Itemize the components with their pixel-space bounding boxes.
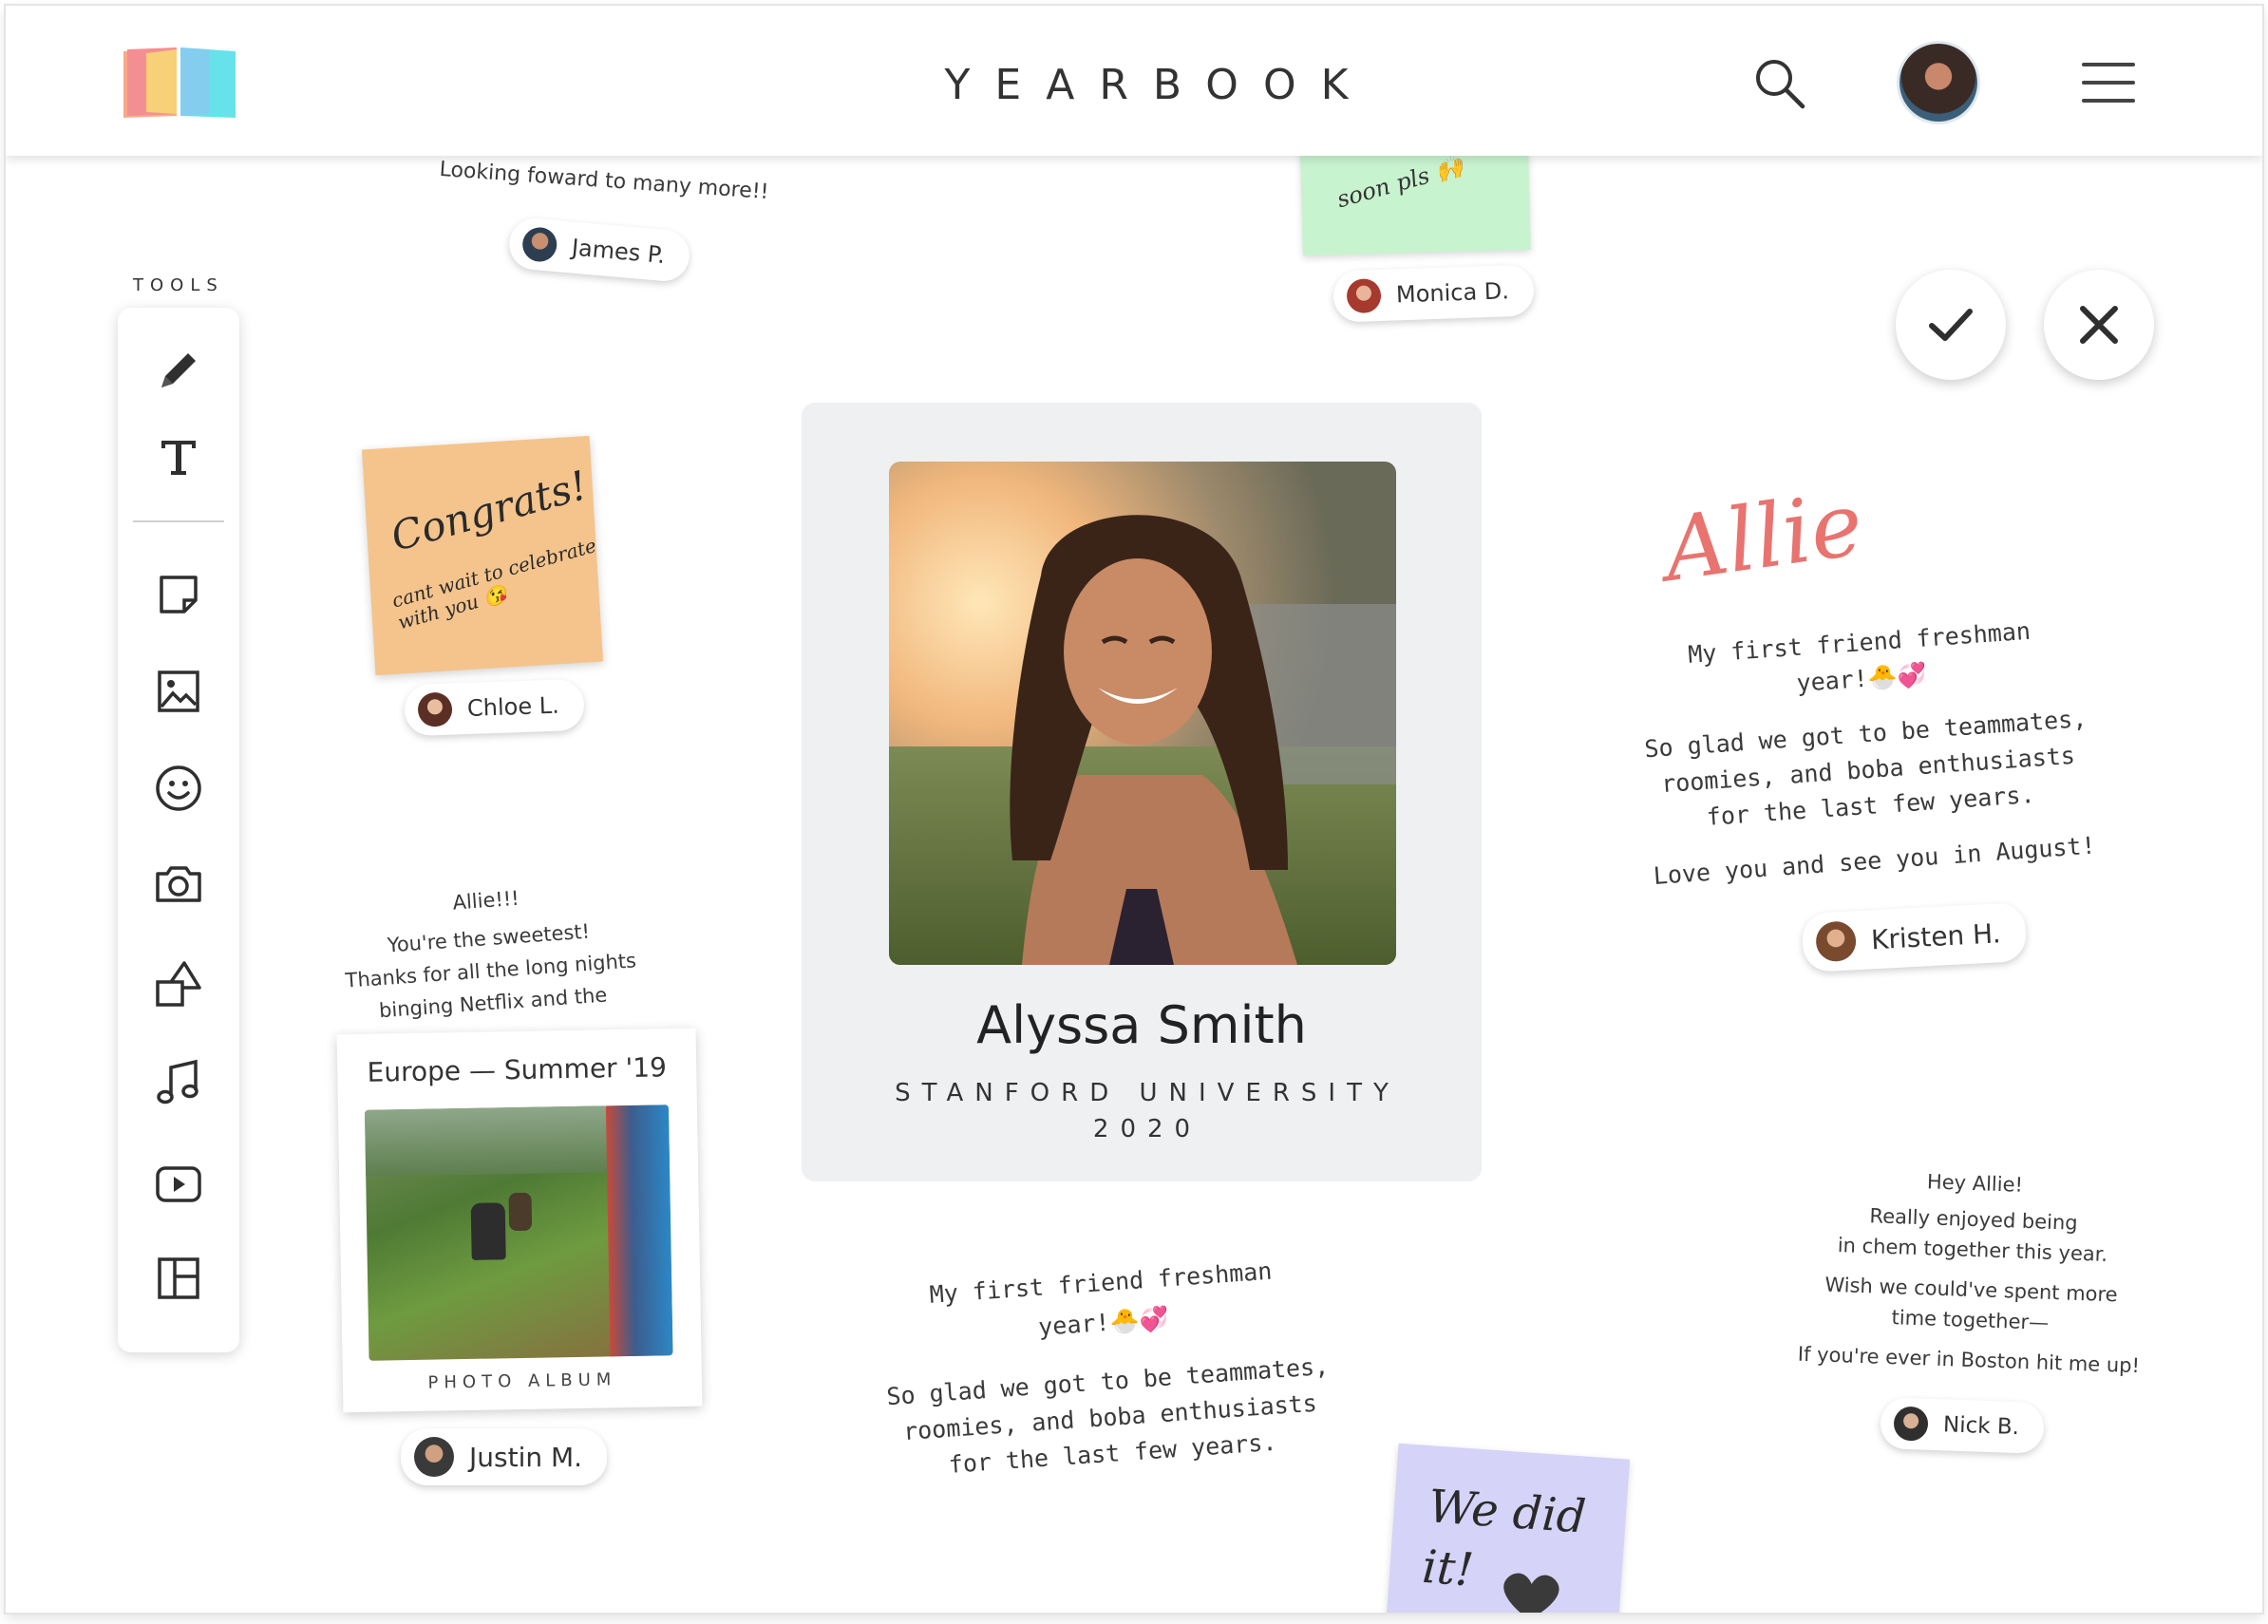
video-icon[interactable] — [148, 1153, 209, 1214]
author-name: James P. — [570, 234, 667, 269]
note-line: time together— — [1891, 1306, 2050, 1334]
text-icon[interactable] — [148, 425, 209, 486]
avatar — [1893, 1406, 1929, 1442]
author-name: Justin M. — [469, 1441, 583, 1473]
sticky-note-purple[interactable]: We did it! — [1382, 1443, 1631, 1613]
tools-label: TOOLS — [133, 275, 224, 295]
avatar — [414, 1437, 454, 1477]
heart-icon — [1503, 1573, 1559, 1613]
note-line: Really enjoyed being — [1869, 1204, 2079, 1235]
author-name: Nick B. — [1942, 1412, 2020, 1441]
profile-photo — [889, 462, 1396, 965]
note-line: Love you and see you in August! — [1652, 831, 2097, 890]
profile-name: Alyssa Smith — [976, 995, 1307, 1055]
author-chip-kristen[interactable]: Kristen H. — [1801, 901, 2028, 973]
profile-card[interactable]: Alyssa Smith STANFORD UNIVERSITY 2020 — [802, 403, 1482, 1181]
note-line: Hey Allie! — [1926, 1170, 2024, 1197]
author-name: Chloe L. — [466, 691, 560, 722]
author-chip-monica[interactable]: Monica D. — [1332, 264, 1535, 323]
avatar — [520, 225, 558, 263]
top-bar: YEARBOOK — [6, 6, 2262, 156]
sticky-note-text: it! — [1420, 1539, 1476, 1597]
hamburger-menu-icon[interactable] — [2082, 61, 2139, 104]
profile-school: STANFORD UNIVERSITY — [895, 1079, 1400, 1107]
author-chip-nick[interactable]: Nick B. — [1880, 1397, 2045, 1454]
avatar — [1815, 920, 1858, 963]
pencil-icon[interactable] — [148, 340, 209, 401]
sticky-note-text: We did — [1427, 1480, 1588, 1544]
signature-allie: Allie — [1657, 472, 1869, 602]
note-nick[interactable]: Hey Allie! Really enjoyed being in chem … — [1787, 1165, 2155, 1387]
author-name: Kristen H. — [1870, 916, 2002, 955]
sticky-note-icon[interactable] — [148, 564, 209, 625]
author-name: Monica D. — [1395, 277, 1510, 309]
camera-icon[interactable] — [148, 853, 209, 914]
music-icon[interactable] — [148, 1052, 209, 1113]
avatar — [417, 691, 453, 727]
close-icon — [2080, 306, 2118, 344]
layout-icon[interactable] — [148, 1248, 209, 1309]
profile-year: 2020 — [1092, 1115, 1202, 1143]
note-allie-left[interactable]: Allie!!! You're the sweetest! Thanks for… — [314, 878, 666, 1044]
emoji-icon[interactable] — [148, 758, 209, 819]
photo-album-card[interactable]: Europe — Summer '19 PHOTO ALBUM — [336, 1028, 703, 1413]
album-photo — [364, 1105, 673, 1361]
author-chip-justin[interactable]: Justin M. — [401, 1428, 608, 1485]
note-line: If you're ever in Boston hit me up! — [1797, 1342, 2141, 1378]
cancel-button[interactable] — [2044, 270, 2154, 380]
note-line: in chem together this year. — [1837, 1234, 2108, 1266]
search-icon[interactable] — [1751, 55, 1808, 112]
note-kristen[interactable]: My first friend freshman year!🐣💞 So glad… — [1593, 611, 2141, 903]
note-center-bottom[interactable]: My first friend freshman year!🐣💞 So glad… — [835, 1251, 1381, 1506]
yearbook-page: YEARBOOK TOOLS Looking foward to many mo… — [6, 6, 2262, 1613]
image-icon[interactable] — [148, 661, 209, 722]
check-icon — [1929, 309, 1973, 341]
note-line: Wish we could've spent more — [1824, 1273, 2118, 1307]
avatar — [1346, 277, 1382, 314]
note-line: Allie!!! — [451, 886, 520, 915]
confirm-button[interactable] — [1896, 270, 2006, 380]
tools-panel — [118, 308, 239, 1352]
user-avatar[interactable] — [1899, 44, 1977, 122]
sticky-note-chloe[interactable]: Congrats! cant wait to celebrate with yo… — [361, 435, 604, 676]
author-chip-chloe[interactable]: Chloe L. — [404, 678, 585, 737]
sticky-note-text: soon pls 🙌 — [1333, 152, 1467, 214]
author-chip-james[interactable]: James P. — [507, 216, 692, 284]
album-title: Europe — Summer '19 — [367, 1051, 668, 1088]
shapes-icon[interactable] — [148, 954, 209, 1014]
album-caption: PHOTO ALBUM — [427, 1369, 617, 1393]
james-note-text: Looking foward to many more!! — [438, 157, 770, 205]
tools-divider — [133, 520, 224, 522]
